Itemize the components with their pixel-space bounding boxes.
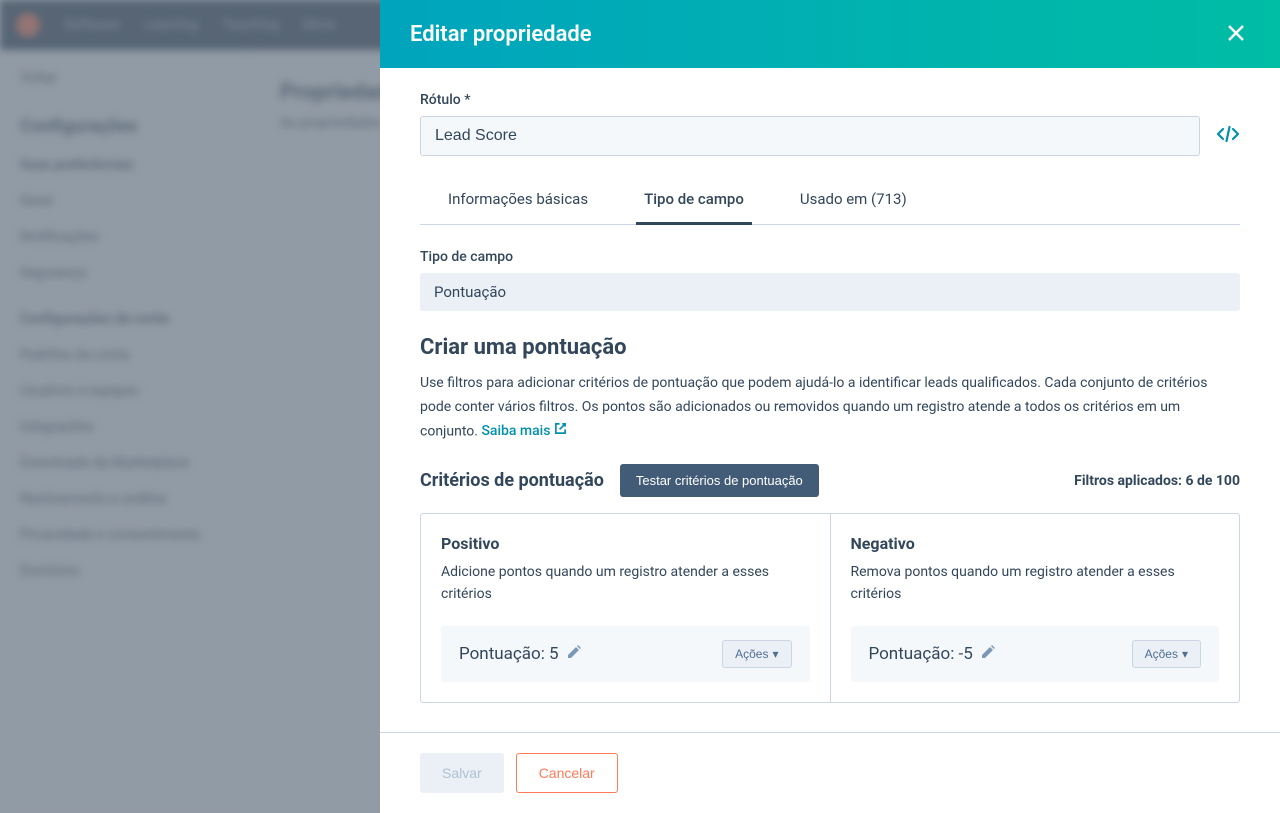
create-score-description: Use filtros para adicionar critérios de … bbox=[420, 372, 1240, 444]
positive-score-card: Pontuação: 5 Ações ▾ bbox=[441, 626, 810, 682]
pencil-icon[interactable] bbox=[981, 644, 995, 664]
positive-description: Adicione pontos quando um registro atend… bbox=[441, 561, 810, 606]
test-criteria-button[interactable]: Testar critérios de pontuação bbox=[620, 464, 819, 497]
modal-header: Editar propriedade bbox=[380, 0, 1280, 68]
cancel-button[interactable]: Cancelar bbox=[516, 753, 618, 793]
negative-actions-button[interactable]: Ações ▾ bbox=[1132, 640, 1201, 668]
field-type-value: Pontuação bbox=[420, 273, 1240, 311]
close-icon bbox=[1226, 23, 1246, 43]
modal-footer: Salvar Cancelar bbox=[380, 732, 1280, 813]
external-link-icon bbox=[554, 420, 567, 444]
modal-title: Editar propriedade bbox=[410, 22, 592, 47]
positive-title: Positivo bbox=[441, 534, 810, 553]
criteria-columns: Positivo Adicione pontos quando um regis… bbox=[420, 513, 1240, 703]
filters-applied-count: Filtros aplicados: 6 de 100 bbox=[1074, 473, 1240, 489]
negative-score-value: Pontuação: -5 bbox=[869, 644, 973, 664]
positive-column: Positivo Adicione pontos quando um regis… bbox=[421, 514, 831, 702]
negative-title: Negativo bbox=[851, 534, 1220, 553]
negative-description: Remova pontos quando um registro atender… bbox=[851, 561, 1220, 606]
code-icon[interactable] bbox=[1216, 124, 1240, 148]
pencil-icon[interactable] bbox=[567, 644, 581, 664]
negative-score-card: Pontuação: -5 Ações ▾ bbox=[851, 626, 1220, 682]
close-button[interactable] bbox=[1222, 16, 1250, 52]
tab-field-type[interactable]: Tipo de campo bbox=[636, 176, 752, 225]
criteria-header: Critérios de pontuação Testar critérios … bbox=[420, 464, 1240, 497]
positive-score-value: Pontuação: 5 bbox=[459, 644, 559, 664]
chevron-down-icon: ▾ bbox=[772, 647, 778, 661]
label-input[interactable] bbox=[420, 116, 1200, 156]
field-type-label: Tipo de campo bbox=[420, 249, 1240, 265]
learn-more-link[interactable]: Saiba mais bbox=[481, 423, 567, 439]
tabs: Informações básicas Tipo de campo Usado … bbox=[420, 176, 1240, 225]
edit-property-modal: Editar propriedade Rótulo * Informações … bbox=[380, 0, 1280, 813]
tab-basic-info[interactable]: Informações básicas bbox=[440, 176, 596, 225]
save-button[interactable]: Salvar bbox=[420, 753, 504, 793]
negative-column: Negativo Remova pontos quando um registr… bbox=[831, 514, 1240, 702]
chevron-down-icon: ▾ bbox=[1182, 647, 1188, 661]
label-field-label: Rótulo * bbox=[420, 92, 1240, 108]
criteria-title: Critérios de pontuação bbox=[420, 470, 604, 491]
create-score-title: Criar uma pontuação bbox=[420, 335, 1240, 360]
positive-actions-button[interactable]: Ações ▾ bbox=[722, 640, 791, 668]
modal-body: Rótulo * Informações básicas Tipo de cam… bbox=[380, 68, 1280, 732]
tab-used-in[interactable]: Usado em (713) bbox=[792, 176, 915, 225]
